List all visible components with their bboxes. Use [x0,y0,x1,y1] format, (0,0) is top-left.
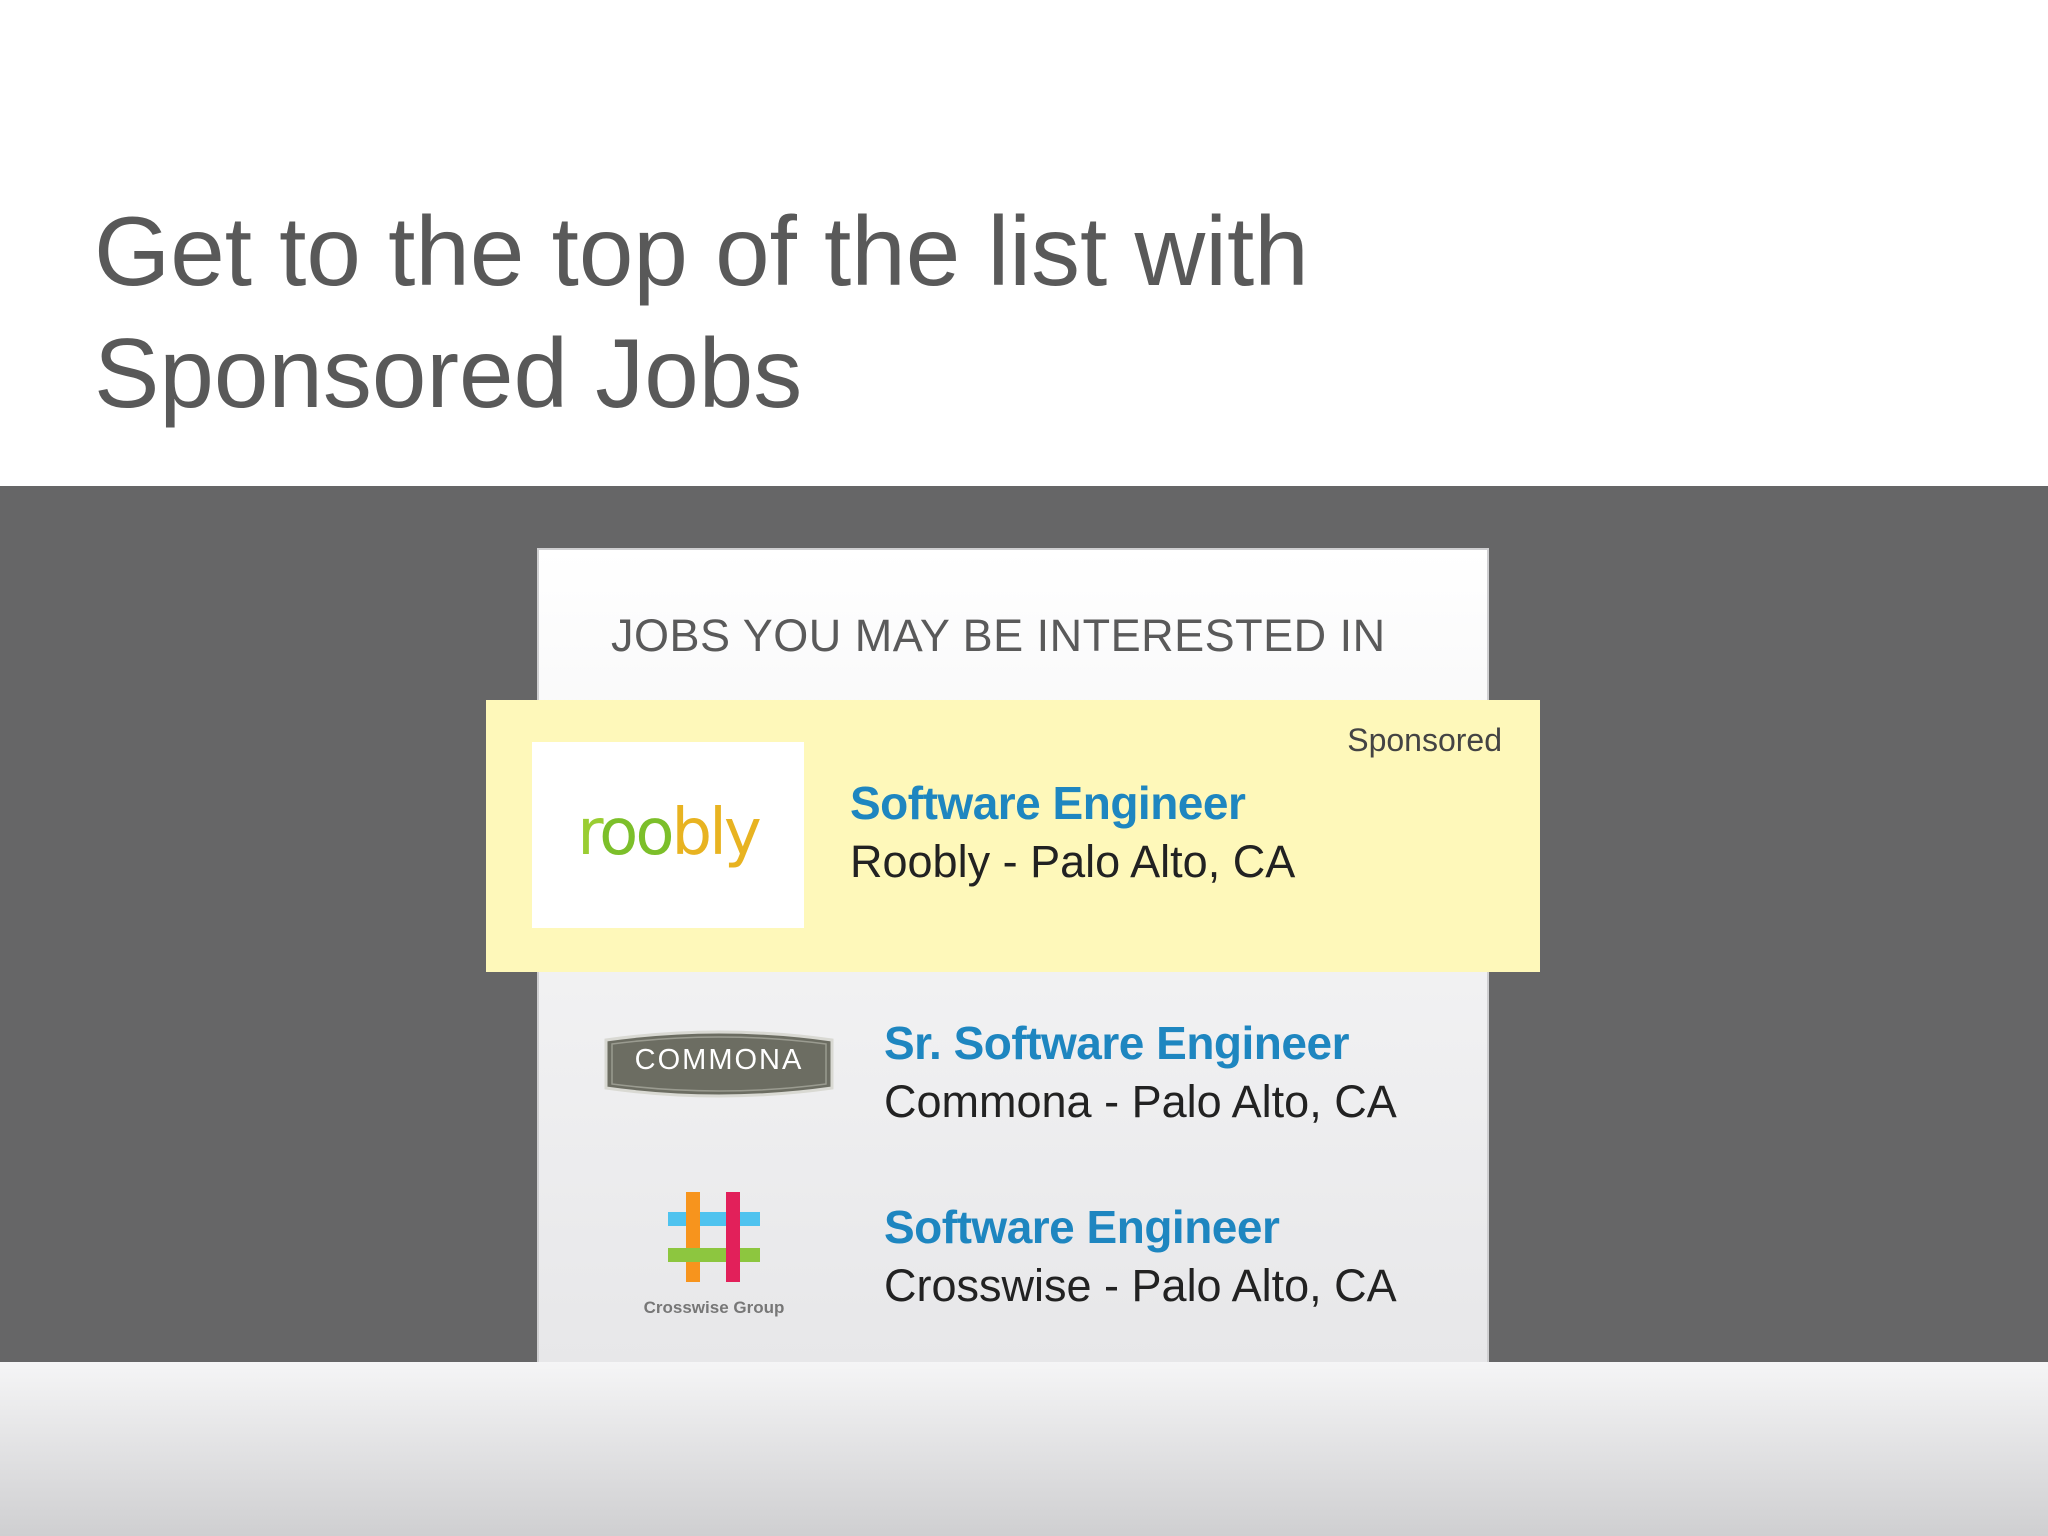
roobly-logo-part-3: bly [671,796,761,870]
sponsored-label: Sponsored [1347,722,1502,758]
job-title-link[interactable]: Sr. Software Engineer [884,1016,1349,1070]
roobly-logo[interactable]: roobly [532,742,804,928]
slide-title: Get to the top of the list with Sponsore… [94,190,1594,434]
roobly-logo-wordmark: roobly [532,798,804,868]
job-title-link[interactable]: Software Engineer [850,776,1246,830]
roobly-logo-part-2: oo [599,796,674,870]
commona-logo[interactable]: COMMONA [602,1026,836,1102]
job-title-link[interactable]: Software Engineer [884,1200,1280,1254]
slide-title-line-2: Sponsored Jobs [94,318,803,428]
job-company-location: Crosswise - Palo Alto, CA [884,1260,1397,1311]
commona-logo-text: COMMONA [634,1044,804,1076]
panel-heading: JOBS YOU MAY BE INTERESTED IN [611,610,1386,661]
crosswise-group-logo[interactable] [664,1192,764,1284]
job-company-location: Roobly - Palo Alto, CA [850,836,1296,887]
slide-title-line-1: Get to the top of the list with [94,196,1309,306]
sponsored-job-card[interactable]: Sponsored roobly Software Engineer Roobl… [486,700,1540,972]
crosswise-logo-caption: Crosswise Group [643,1298,785,1317]
job-company-location: Commona - Palo Alto, CA [884,1076,1397,1127]
crosswise-hash-icon [668,1192,760,1282]
bottom-gradient-band [0,1362,2048,1536]
roobly-logo-part-1: r [577,796,602,870]
